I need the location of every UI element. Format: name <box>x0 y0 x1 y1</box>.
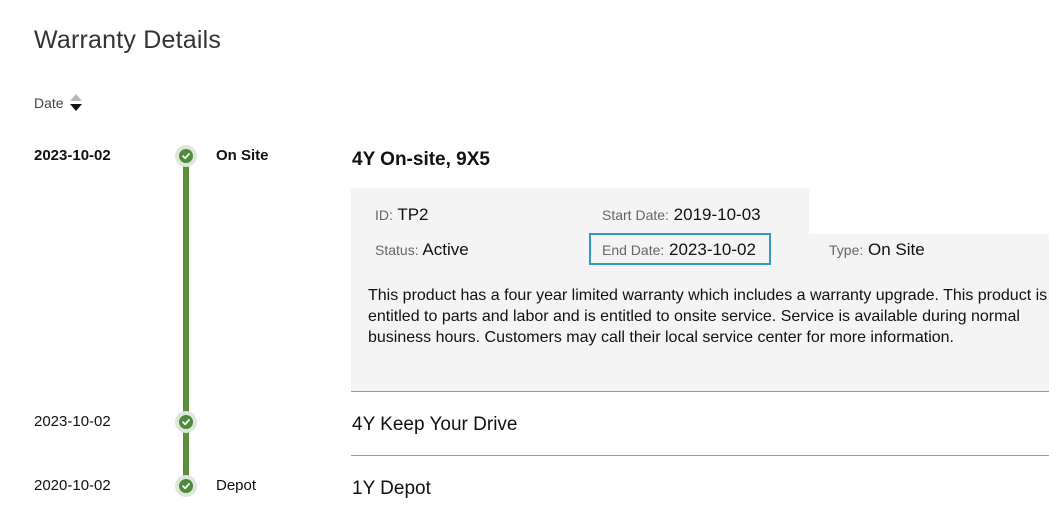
sort-by-date[interactable]: Date <box>34 94 82 111</box>
end-date-label: End Date: <box>602 242 665 258</box>
warranty-description: This product has a four year limited war… <box>368 287 1048 346</box>
start-date-label: Start Date: <box>602 207 669 223</box>
warranty-date: 2023-10-02 <box>34 147 111 164</box>
type-field: Type: On Site <box>829 240 925 260</box>
check-circle-icon <box>175 145 197 167</box>
warranty-name[interactable]: 4Y Keep Your Drive <box>352 414 518 436</box>
start-date-field: Start Date: 2019-10-03 <box>602 205 761 225</box>
check-circle-icon <box>175 411 197 433</box>
status-label: Status: <box>375 242 419 258</box>
warranty-id-label: ID: <box>375 207 393 223</box>
start-date-value: 2019-10-03 <box>673 205 761 224</box>
end-date-field: End Date: 2023-10-02 <box>602 240 756 260</box>
warranty-name[interactable]: 1Y Depot <box>352 478 431 500</box>
warranty-date: 2023-10-02 <box>34 413 111 430</box>
status-value: Active <box>422 240 469 259</box>
warranty-service-type: On Site <box>216 147 269 164</box>
type-label: Type: <box>829 242 864 258</box>
warranty-service-type: Depot <box>216 477 257 494</box>
row-divider <box>351 455 1049 456</box>
warranty-id-field: ID: TP2 <box>375 205 429 225</box>
sort-ascending-icon <box>69 94 82 101</box>
sort-arrows-icon[interactable] <box>69 94 82 111</box>
warranty-details-panel: ID: TP2 Start Date: 2019-10-03 Status: A… <box>351 188 1049 392</box>
timeline-line <box>183 158 189 488</box>
sort-label: Date <box>34 94 64 111</box>
warranty-id-value: TP2 <box>397 205 429 224</box>
end-date-value: 2023-10-02 <box>669 240 756 259</box>
warranty-name[interactable]: 4Y On-site, 9X5 <box>352 149 490 171</box>
sort-descending-icon <box>69 104 82 111</box>
check-circle-icon <box>175 475 197 497</box>
status-field: Status: Active <box>375 240 469 260</box>
page-title: Warranty Details <box>34 26 222 54</box>
warranty-date: 2020-10-02 <box>34 477 111 494</box>
type-value: On Site <box>867 240 925 259</box>
